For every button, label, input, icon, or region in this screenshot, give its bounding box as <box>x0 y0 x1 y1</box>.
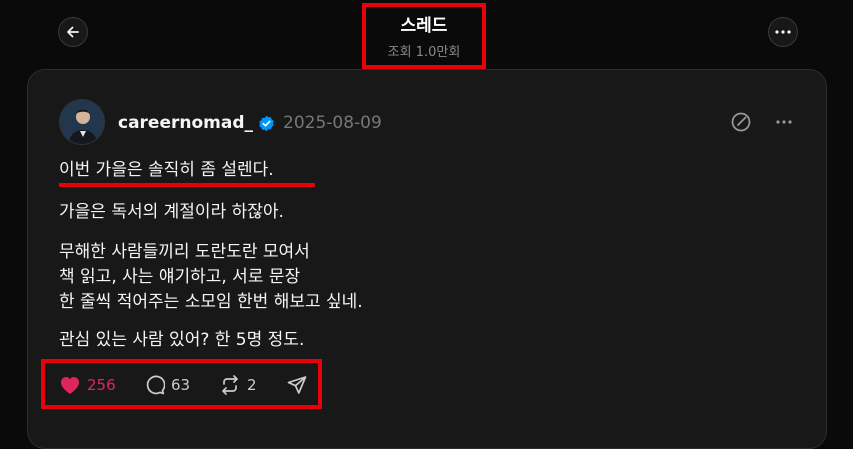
post-text-line-2: 가을은 독서의 계절이라 하잖아. <box>59 202 284 222</box>
repost-button[interactable]: 2 <box>219 374 257 396</box>
comment-icon <box>146 375 165 395</box>
share-icon <box>287 376 307 394</box>
avatar-image <box>60 100 104 144</box>
username-link[interactable]: careernomad_ <box>118 113 253 133</box>
post-text-paragraph-3: 무해한 사람들끼리 도란도란 모여서 책 읽고, 사는 얘기하고, 서로 문장 … <box>59 240 363 315</box>
post-more-icon[interactable] <box>774 111 794 133</box>
view-count: 조회 1.0만회 <box>387 45 461 60</box>
verified-icon <box>259 115 274 131</box>
heart-icon <box>61 377 79 394</box>
repost-count: 2 <box>247 376 257 394</box>
post-text-line-1: 이번 가을은 솔직히 좀 설렌다. <box>59 160 274 180</box>
header-title-block: 스레드 조회 1.0만회 <box>362 3 486 69</box>
post-text-line-3b: 책 읽고, 사는 얘기하고, 서로 문장 <box>59 267 301 287</box>
header-more-button[interactable] <box>768 17 798 47</box>
like-count: 256 <box>87 376 116 394</box>
post-text-line-3a: 무해한 사람들끼리 도란도란 모여서 <box>59 242 310 262</box>
post-date[interactable]: 2025-08-09 <box>283 113 382 133</box>
like-button[interactable]: 256 <box>59 374 116 396</box>
avatar[interactable] <box>59 99 105 145</box>
edit-icon[interactable] <box>730 111 752 133</box>
comment-button[interactable]: 63 <box>145 374 190 396</box>
post-text-line-4: 관심 있는 사람 있어? 한 5명 정도. <box>59 330 305 350</box>
back-button[interactable] <box>58 17 88 47</box>
share-button[interactable] <box>287 374 307 396</box>
highlight-underline <box>59 183 315 187</box>
back-arrow-icon <box>67 26 79 38</box>
page-title: 스레드 <box>400 16 448 36</box>
repost-icon <box>222 375 238 395</box>
author-row: careernomad_ 2025-08-09 <box>118 111 382 135</box>
more-icon <box>775 30 791 34</box>
comment-count: 63 <box>171 376 191 394</box>
post-text-line-3c: 한 줄씩 적어주는 소모임 한번 해보고 싶네. <box>59 292 363 312</box>
